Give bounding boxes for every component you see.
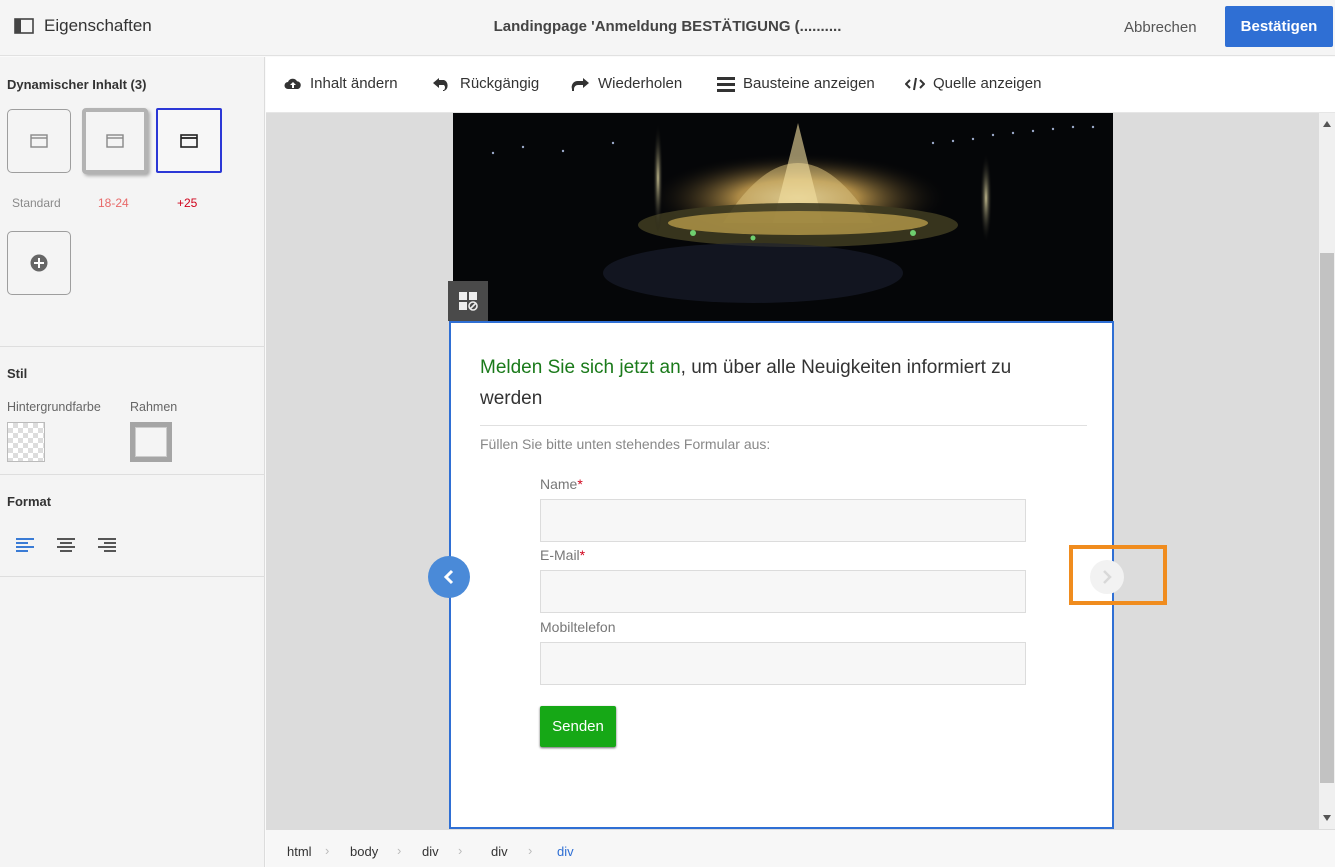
show-source-label: Quelle anzeigen xyxy=(933,75,1042,92)
chevron-left-icon xyxy=(443,569,454,585)
variant-tile-18-24[interactable] xyxy=(82,108,148,174)
blocks-icon xyxy=(717,76,735,92)
align-left-icon xyxy=(16,538,34,552)
align-right-icon xyxy=(98,538,116,552)
name-field[interactable] xyxy=(540,499,1026,542)
breadcrumb-separator: › xyxy=(397,843,402,858)
undo-button[interactable]: Rückgängig xyxy=(432,75,539,92)
align-left-button[interactable] xyxy=(16,537,34,558)
border-label: Rahmen xyxy=(130,400,178,414)
breadcrumb-separator: › xyxy=(458,843,463,858)
breadcrumb-separator: › xyxy=(528,843,533,858)
properties-sidebar: Dynamischer Inhalt (3) Standard 18-24 +2… xyxy=(0,57,265,867)
breadcrumb-body[interactable]: body xyxy=(350,844,378,859)
breadcrumb-html[interactable]: html xyxy=(287,844,312,859)
scroll-up-icon xyxy=(1323,121,1331,127)
email-label-text: E-Mail xyxy=(540,547,580,563)
cloud-upload-icon xyxy=(284,78,301,89)
fountain-image[interactable] xyxy=(453,113,1113,322)
breadcrumb-div-active[interactable]: div xyxy=(557,844,574,859)
divider xyxy=(0,576,265,577)
code-icon xyxy=(905,77,925,90)
show-source-button[interactable]: Quelle anzeigen xyxy=(905,75,1041,92)
form-block[interactable]: Melden Sie sich jetzt an, um über alle N… xyxy=(449,321,1114,829)
email-label: E-Mail* xyxy=(540,547,585,563)
breadcrumb-separator: › xyxy=(325,843,330,858)
redo-label: Wiederholen xyxy=(598,75,683,92)
style-title: Stil xyxy=(7,366,28,381)
properties-label: Eigenschaften xyxy=(44,16,152,35)
align-center-button[interactable] xyxy=(57,537,75,558)
properties-toggle[interactable]: Eigenschaften xyxy=(14,16,152,36)
bg-color-label: Hintergrundfarbe xyxy=(7,400,101,414)
cancel-button[interactable]: Abbrechen xyxy=(1110,12,1211,44)
scroll-down-icon xyxy=(1323,815,1331,821)
mobile-label: Mobiltelefon xyxy=(540,619,616,635)
fountain-picture xyxy=(453,113,1113,322)
window-icon xyxy=(106,134,124,148)
variant-tile-standard[interactable] xyxy=(7,109,71,173)
submit-button[interactable]: Senden xyxy=(540,706,616,747)
change-content-button[interactable]: Inhalt ändern xyxy=(284,75,398,92)
divider xyxy=(0,346,265,347)
format-title: Format xyxy=(7,494,52,509)
bg-color-swatch[interactable] xyxy=(7,422,45,462)
name-label-text: Name xyxy=(540,476,578,492)
change-content-label: Inhalt ändern xyxy=(310,75,398,92)
required-mark: * xyxy=(577,476,583,492)
add-variant-button[interactable] xyxy=(7,231,71,295)
name-label: Name* xyxy=(540,476,583,492)
scrollbar-thumb[interactable] xyxy=(1320,253,1334,783)
show-blocks-button[interactable]: Bausteine anzeigen xyxy=(717,75,875,92)
dynamic-content-title: Dynamischer Inhalt (3) xyxy=(7,77,147,92)
undo-icon xyxy=(433,77,448,91)
editor-canvas: Melden Sie sich jetzt an, um über alle N… xyxy=(266,113,1319,829)
breadcrumb: html › body › div › div › div xyxy=(266,829,1335,867)
redo-icon xyxy=(571,77,589,91)
block-icon xyxy=(459,292,478,311)
breadcrumb-div[interactable]: div xyxy=(491,844,508,859)
confirm-button[interactable]: Bestätigen xyxy=(1225,6,1333,47)
variant-label-25: +25 xyxy=(177,196,198,210)
mobile-field[interactable] xyxy=(540,642,1026,685)
border-swatch[interactable] xyxy=(130,422,172,462)
form-headline: Melden Sie sich jetzt an, um über alle N… xyxy=(480,352,1060,414)
form-instruction: Füllen Sie bitte unten stehendes Formula… xyxy=(480,436,771,452)
show-blocks-label: Bausteine anzeigen xyxy=(743,75,875,92)
variant-label-18-24: 18-24 xyxy=(98,196,129,210)
email-field[interactable] xyxy=(540,570,1026,613)
window-icon xyxy=(30,134,48,148)
panel-icon xyxy=(14,18,34,34)
divider xyxy=(0,474,265,475)
headline-highlight: Melden Sie sich jetzt an xyxy=(480,357,681,378)
align-center-icon xyxy=(57,538,75,552)
align-right-button[interactable] xyxy=(98,537,116,558)
editor-toolbar: Inhalt ändern Rückgängig Wiederholen Bau… xyxy=(266,57,1335,113)
form-divider xyxy=(480,425,1087,426)
previous-variant-button[interactable] xyxy=(428,556,470,598)
highlight-box xyxy=(1069,545,1167,605)
redo-button[interactable]: Wiederholen xyxy=(570,75,682,92)
required-mark: * xyxy=(579,547,586,563)
variant-label-standard: Standard xyxy=(12,196,61,210)
canvas-scrollbar[interactable] xyxy=(1319,113,1335,829)
breadcrumb-div[interactable]: div xyxy=(422,844,439,859)
undo-label: Rückgängig xyxy=(460,75,540,92)
plus-circle-icon xyxy=(30,254,48,272)
variant-tile-25[interactable] xyxy=(156,108,222,173)
block-settings-button[interactable] xyxy=(448,281,488,321)
top-bar: Eigenschaften Landingpage 'Anmeldung BES… xyxy=(0,0,1335,56)
window-icon xyxy=(180,133,198,148)
